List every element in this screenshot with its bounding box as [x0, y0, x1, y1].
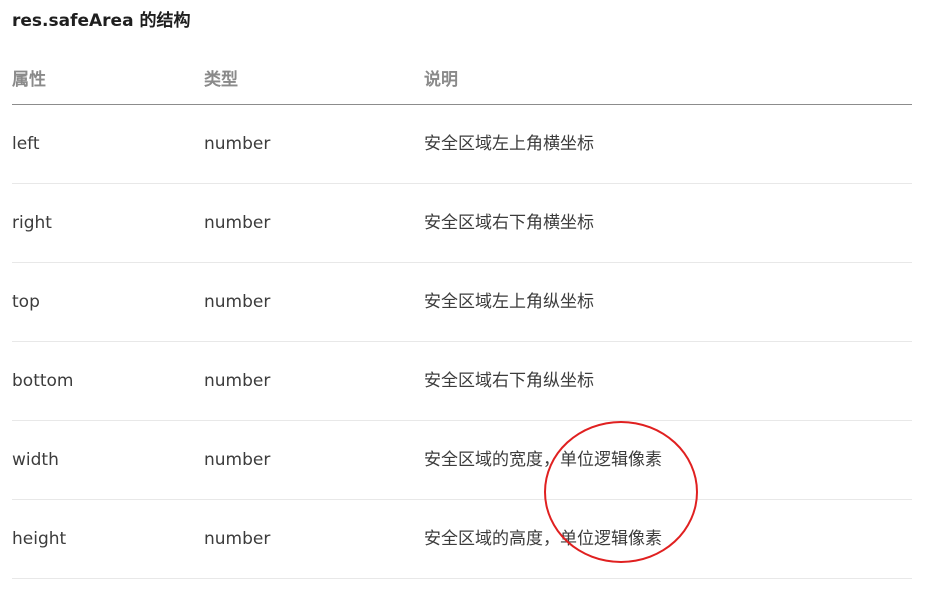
cell-property: bottom	[12, 371, 74, 391]
table-row: width number 安全区域的宽度，单位逻辑像素	[12, 421, 912, 500]
cell-property: right	[12, 213, 52, 233]
cell-type: number	[204, 371, 271, 391]
cell-description: 安全区域右下角纵坐标	[424, 371, 594, 391]
table-row: height number 安全区域的高度，单位逻辑像素	[12, 500, 912, 579]
cell-description: 安全区域的宽度，单位逻辑像素	[424, 450, 662, 470]
cell-type: number	[204, 292, 271, 312]
safe-area-table: 属性 类型 说明 left number 安全区域左上角横坐标 right nu…	[12, 54, 912, 579]
table-row: right number 安全区域右下角横坐标	[12, 184, 912, 263]
cell-property: top	[12, 292, 40, 312]
cell-type: number	[204, 134, 271, 154]
cell-property: height	[12, 529, 67, 549]
cell-description: 安全区域左上角横坐标	[424, 134, 594, 154]
cell-type: number	[204, 529, 271, 549]
cell-description: 安全区域的高度，单位逻辑像素	[424, 529, 662, 549]
header-type: 类型	[204, 70, 238, 90]
table-row: bottom number 安全区域右下角纵坐标	[12, 342, 912, 421]
cell-property: left	[12, 134, 40, 154]
cell-type: number	[204, 213, 271, 233]
header-property: 属性	[12, 70, 46, 90]
table-header: 属性 类型 说明	[12, 54, 912, 105]
cell-description: 安全区域左上角纵坐标	[424, 292, 594, 312]
cell-description: 安全区域右下角横坐标	[424, 213, 594, 233]
cell-type: number	[204, 450, 271, 470]
table-row: top number 安全区域左上角纵坐标	[12, 263, 912, 342]
table-row: left number 安全区域左上角横坐标	[12, 105, 912, 184]
cell-property: width	[12, 450, 59, 470]
header-description: 说明	[424, 70, 458, 90]
page-title: res.safeArea 的结构	[12, 11, 191, 31]
